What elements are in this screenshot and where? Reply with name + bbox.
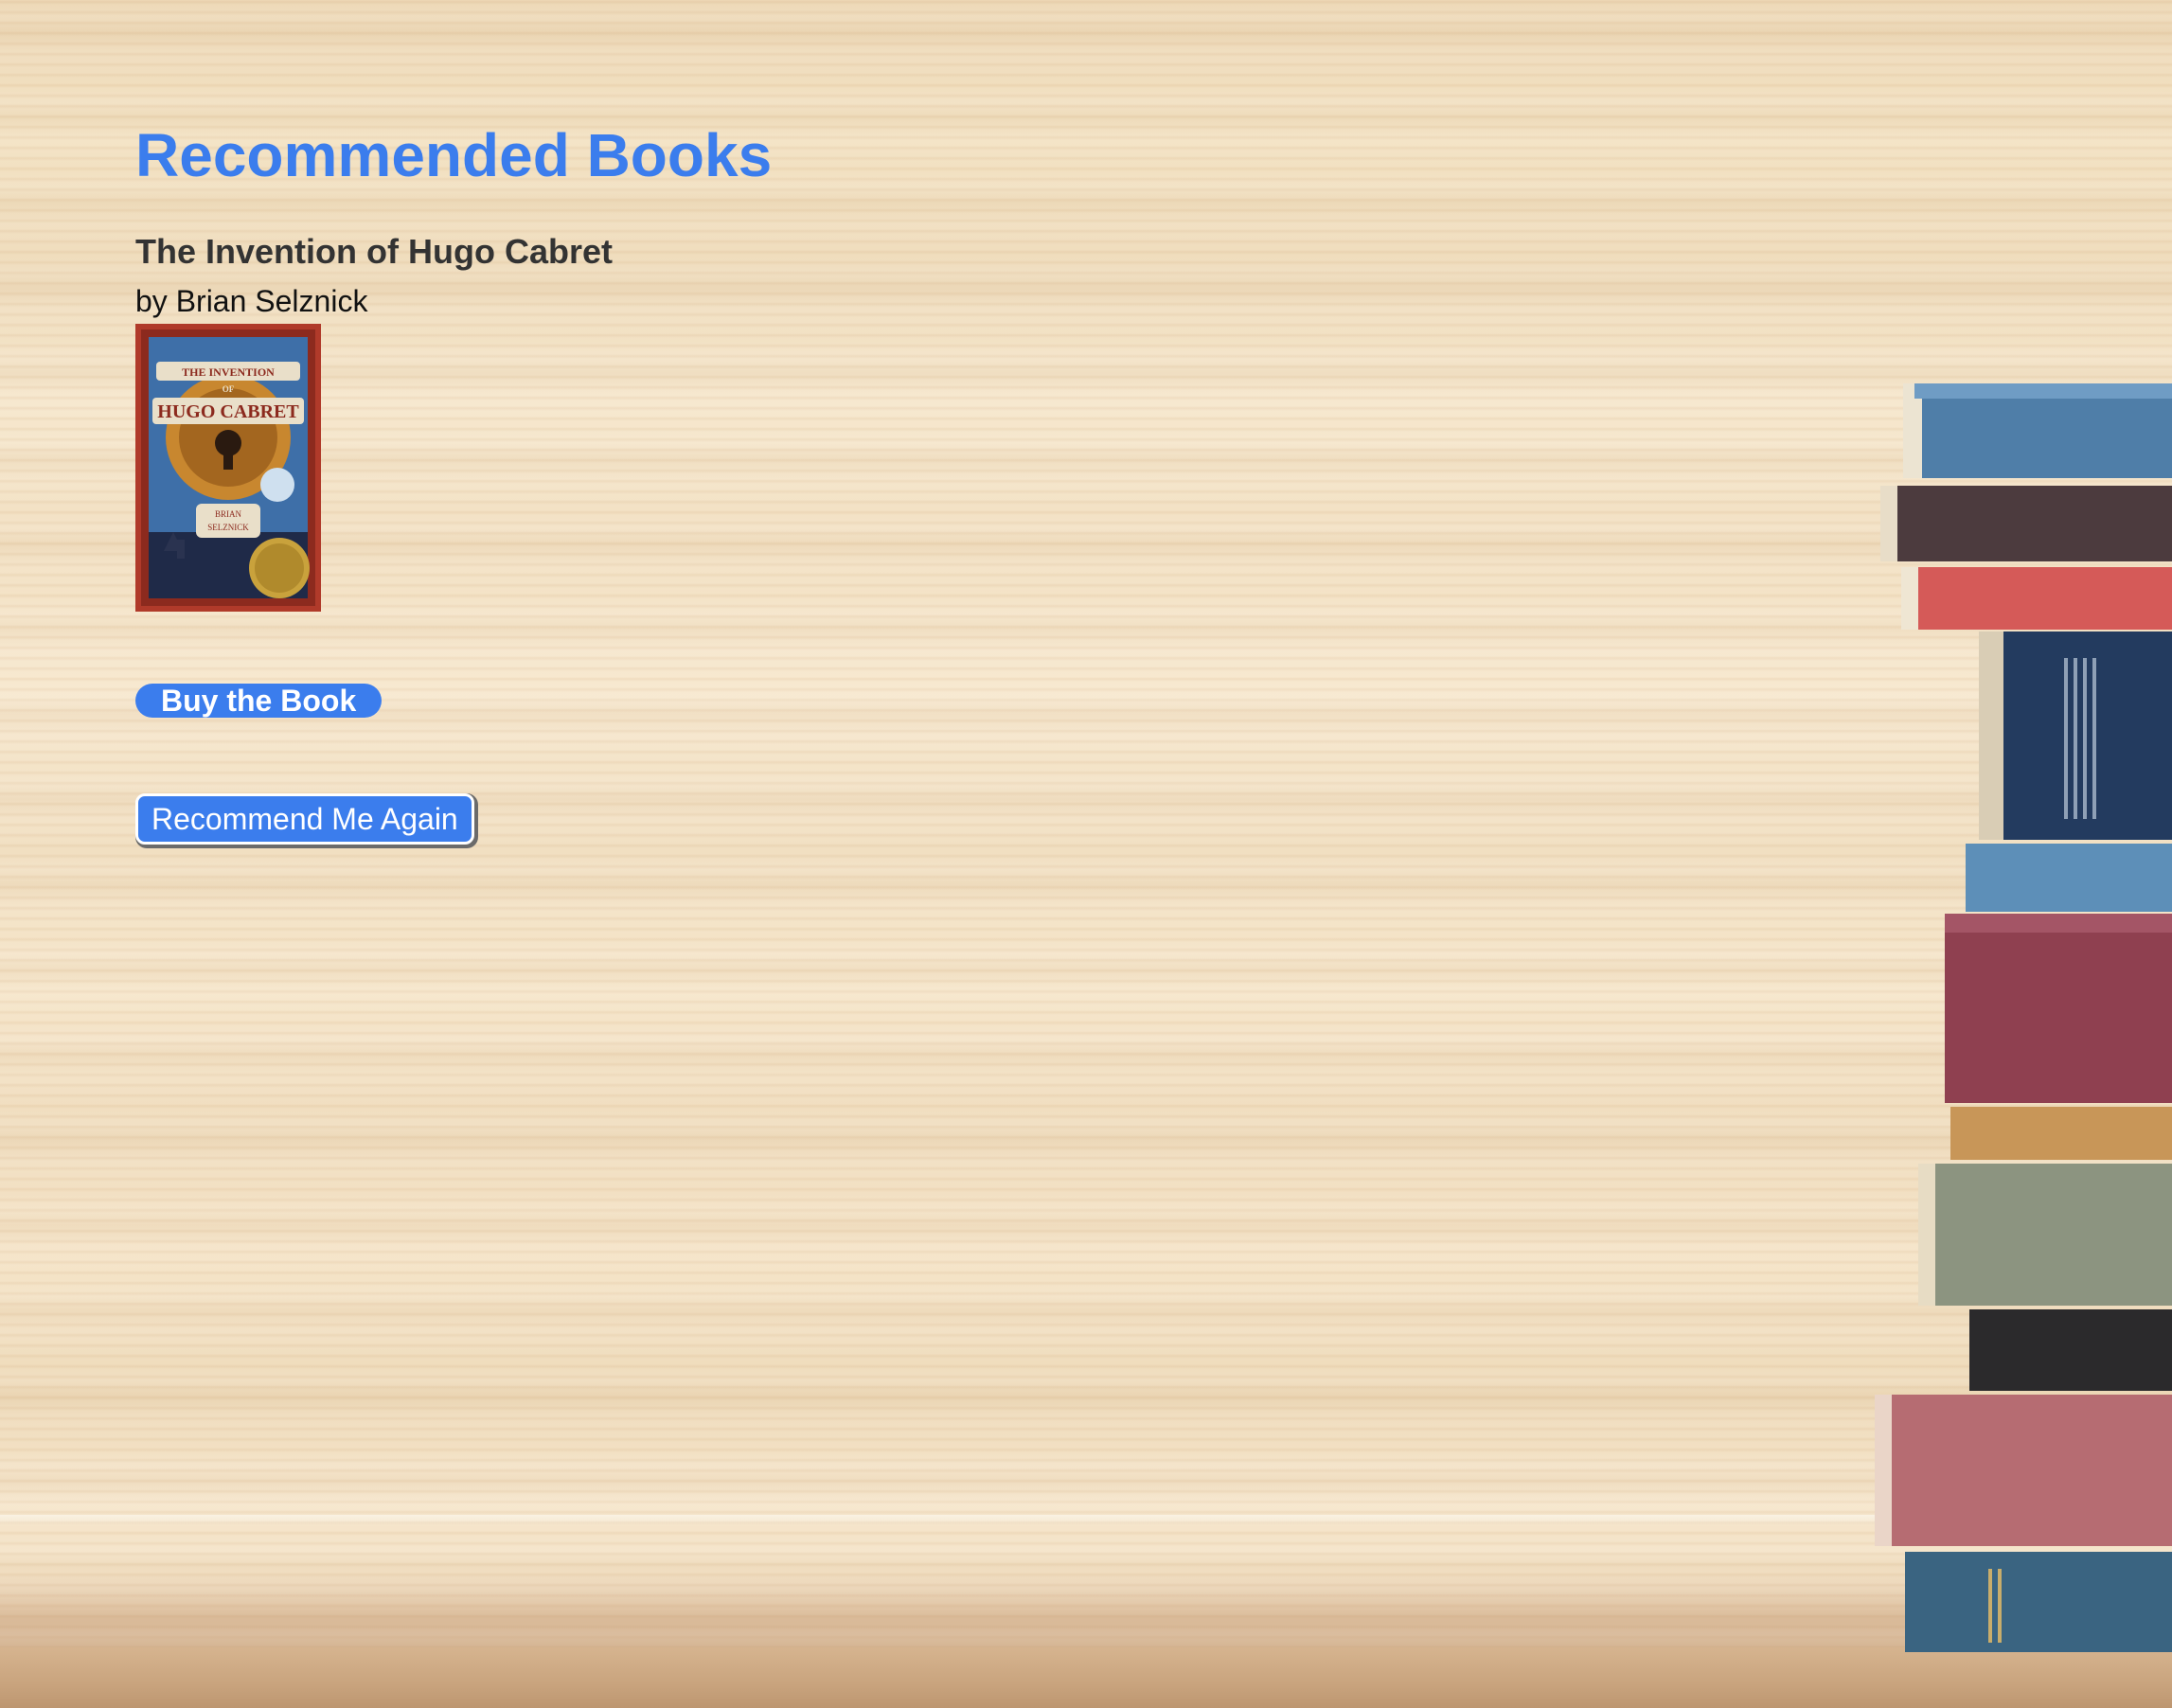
recommend-again-button[interactable]: Recommend Me Again bbox=[135, 793, 474, 845]
book-author: by Brian Selznick bbox=[135, 284, 368, 318]
book-title: The Invention of Hugo Cabret bbox=[135, 232, 613, 271]
book-stack-image bbox=[1875, 383, 2172, 1652]
page-title: Recommended Books bbox=[135, 121, 773, 189]
cover-text-of: OF bbox=[223, 384, 235, 394]
cover-author-top: BRIAN bbox=[215, 509, 242, 519]
cover-author-bottom: SELZNICK bbox=[207, 523, 249, 532]
cover-text-top: THE INVENTION bbox=[182, 365, 275, 379]
buy-book-button[interactable]: Buy the Book bbox=[135, 684, 383, 718]
main-content: Recommended Books The Invention of Hugo … bbox=[135, 112, 772, 845]
cover-text-main: HUGO CABRET bbox=[157, 401, 299, 422]
table-front-edge bbox=[0, 1647, 2172, 1708]
page-background: Recommended Books The Invention of Hugo … bbox=[0, 0, 2172, 1708]
book-cover-image: THE INVENTION OF HUGO CABRET BRIAN SELZN… bbox=[135, 324, 321, 612]
